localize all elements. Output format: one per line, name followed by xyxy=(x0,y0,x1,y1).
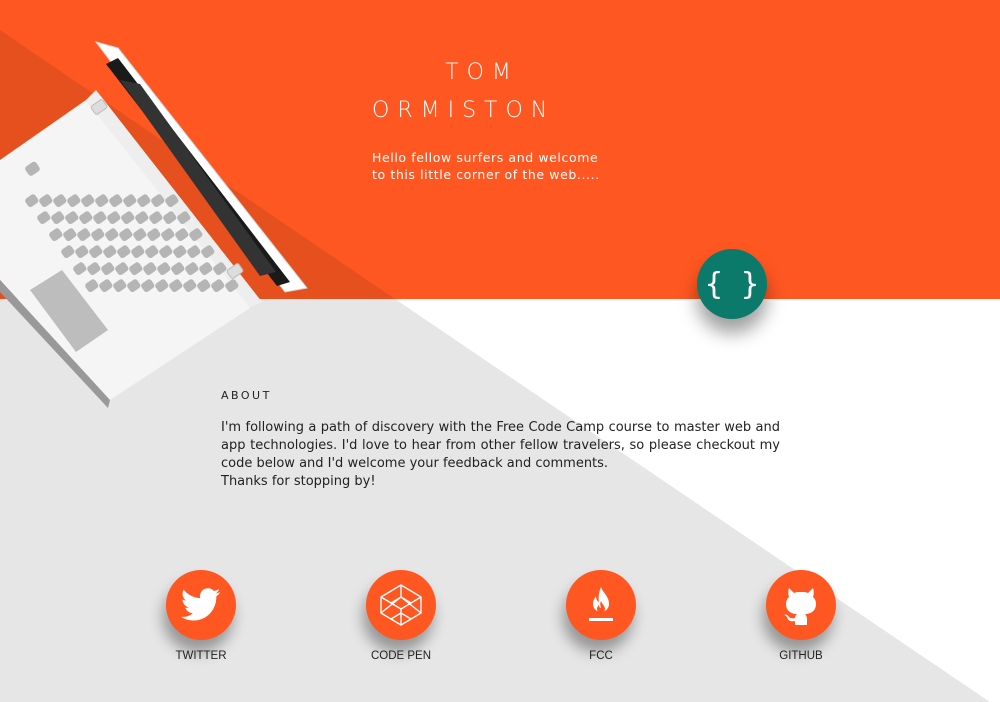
twitter-icon xyxy=(181,588,221,621)
github-button[interactable] xyxy=(766,570,836,640)
fcc-label: FCC xyxy=(589,650,613,662)
laptop-illustration xyxy=(0,41,308,408)
social-link-twitter[interactable]: TWITTER xyxy=(131,570,271,662)
last-name: ORMISTON xyxy=(372,98,556,123)
twitter-button[interactable] xyxy=(166,570,236,640)
twitter-label: TWITTER xyxy=(175,650,227,662)
social-link-codepen[interactable]: CODE PEN xyxy=(331,570,471,662)
social-link-fcc[interactable]: FCC xyxy=(531,570,671,662)
about-section: I'm following a path of discovery with t… xyxy=(221,419,780,491)
about-text: I'm following a path of discovery with t… xyxy=(221,420,780,471)
codepen-button[interactable] xyxy=(366,570,436,640)
about-heading: ABOUT xyxy=(221,389,272,402)
first-name: TOM xyxy=(445,60,519,85)
about-thanks: Thanks for stopping by! xyxy=(221,474,376,489)
code-braces-icon: { } xyxy=(704,266,760,302)
social-link-github[interactable]: GITHUB xyxy=(731,570,871,662)
code-badge: { } xyxy=(697,249,767,319)
tagline: Hello fellow surfers and welcome to this… xyxy=(372,150,600,182)
github-icon xyxy=(784,588,816,625)
codepen-icon xyxy=(380,584,422,626)
github-label: GITHUB xyxy=(779,650,823,662)
fire-icon xyxy=(589,587,613,621)
fcc-button[interactable] xyxy=(566,570,636,640)
codepen-label: CODE PEN xyxy=(370,650,432,662)
